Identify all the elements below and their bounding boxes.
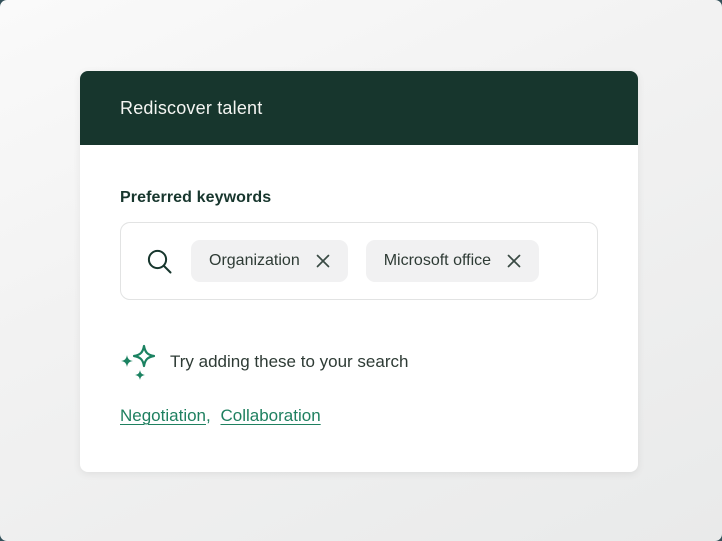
search-icon (145, 247, 174, 276)
remove-chip-button[interactable] (504, 251, 524, 271)
app-background: Rediscover talent Preferred keywords Org… (0, 0, 722, 541)
card-header: Rediscover talent (80, 71, 638, 145)
preferred-keywords-label: Preferred keywords (120, 189, 272, 206)
close-icon (315, 253, 331, 269)
keyword-chip-organization: Organization (191, 240, 348, 282)
suggestion-text: Try adding these to your search (170, 352, 409, 371)
link-separator: , (206, 406, 211, 425)
card-body: Preferred keywords Organization Microsof… (80, 145, 638, 426)
rediscover-talent-card: Rediscover talent Preferred keywords Org… (80, 71, 638, 472)
keyword-chips: Organization Microsoft office (191, 240, 540, 282)
remove-chip-button[interactable] (313, 251, 333, 271)
suggested-keyword-collaboration[interactable]: Collaboration (220, 406, 320, 425)
suggestion-row: Try adding these to your search (120, 343, 598, 381)
keyword-chip-microsoft-office: Microsoft office (365, 240, 540, 282)
suggested-keywords-links: Negotiation, Collaboration (120, 406, 598, 426)
sparkles-icon (120, 343, 157, 381)
suggested-keyword-negotiation[interactable]: Negotiation (120, 406, 206, 425)
keywords-search-input[interactable]: Organization Microsoft office (120, 222, 598, 300)
chip-label: Organization (209, 252, 300, 269)
close-icon (506, 253, 522, 269)
card-title: Rediscover talent (120, 97, 263, 118)
chip-label: Microsoft office (383, 252, 492, 269)
